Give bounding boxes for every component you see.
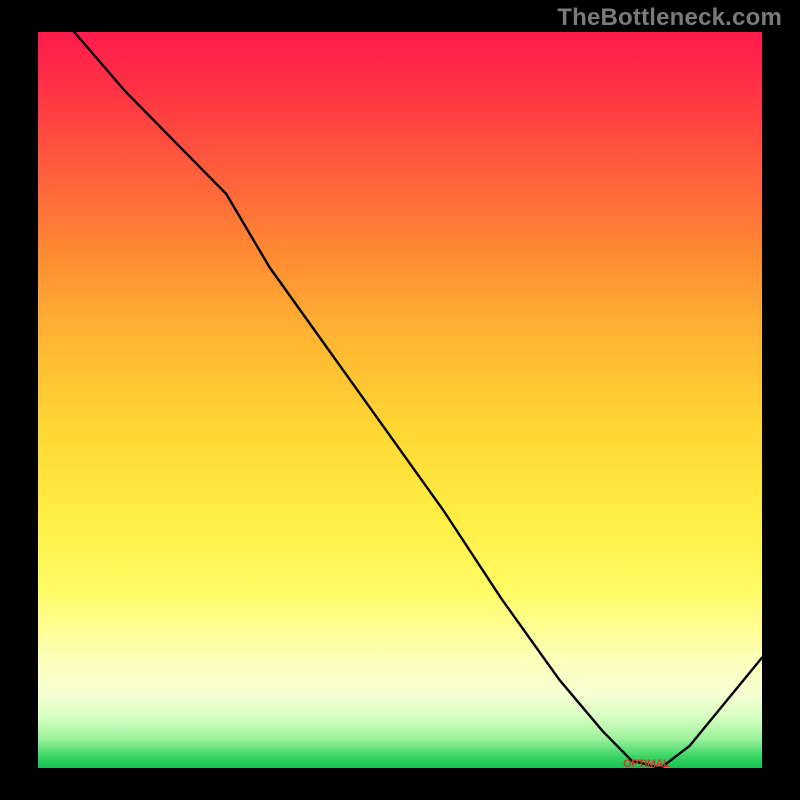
- watermark-text: TheBottleneck.com: [557, 4, 782, 32]
- plot-area: OPTIMAL: [38, 32, 762, 768]
- bottleneck-curve: [38, 32, 762, 768]
- optimal-marker: OPTIMAL: [623, 758, 669, 768]
- chart-frame: TheBottleneck.com OPTIMAL: [0, 0, 800, 800]
